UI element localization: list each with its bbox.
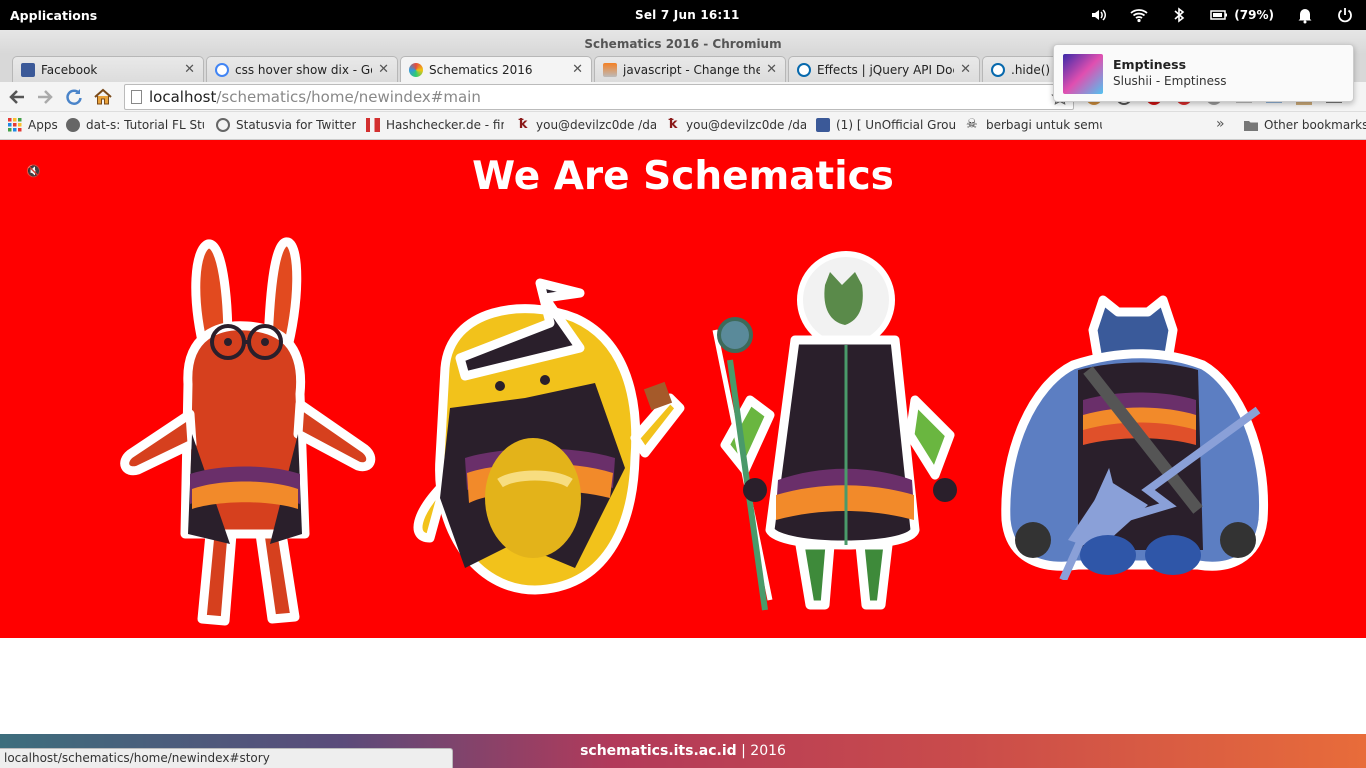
bookmark-label: dat-s: Tutorial FL Stud [86, 118, 204, 132]
album-art [1063, 54, 1103, 94]
tab-title: .hide() | j [1011, 62, 1053, 77]
footer-year: 2016 [750, 743, 786, 759]
jquery-icon [991, 62, 1005, 77]
bookmark-label: Statusvia for Twitter - [236, 118, 356, 132]
bookmark-label: Hashchecker.de - find [386, 118, 504, 132]
bookmark-label: Other bookmarks [1264, 118, 1366, 132]
blue-guitarist-character-illustration [1001, 295, 1269, 580]
reload-button[interactable] [63, 86, 85, 108]
power-icon[interactable] [1336, 6, 1354, 24]
notification-title: Emptiness [1113, 57, 1187, 72]
bunny-character-illustration [120, 237, 376, 626]
home-icon [94, 88, 112, 105]
back-arrow-icon [9, 90, 24, 104]
bookmark-label: (1) [ UnOfficial Group [836, 118, 956, 132]
wifi-icon[interactable] [1130, 6, 1148, 24]
page-icon [131, 90, 142, 104]
jquery-icon [797, 62, 811, 77]
hero-section: 🔇 We Are Schematics [0, 140, 1366, 638]
tab-jquery-effects[interactable]: Effects | jQuery API Docu ✕ [788, 56, 980, 82]
close-icon[interactable]: ✕ [960, 62, 971, 77]
battery-percent: (79%) [1234, 8, 1274, 22]
folder-icon [1244, 121, 1258, 131]
media-notification[interactable]: Emptiness Slushii - Emptiness [1053, 44, 1354, 102]
battery-icon [1210, 10, 1228, 20]
tab-title: Facebook [41, 62, 98, 77]
notification-body: Slushii - Emptiness [1113, 74, 1227, 88]
bookmark-dat-s[interactable]: dat-s: Tutorial FL Stud [66, 118, 204, 132]
bookmark-statusvia[interactable]: Statusvia for Twitter - [216, 118, 356, 132]
bookmark-devilzc0de-1[interactable]: ꝁ you@devilzc0de /dark [516, 118, 656, 132]
volume-icon[interactable] [1090, 6, 1108, 24]
clock[interactable]: Sel 7 Jun 16:11 [635, 8, 740, 22]
devilzc0de-icon: ꝁ [518, 118, 528, 132]
applications-menu[interactable]: Applications [10, 8, 97, 23]
bookmark-label: you@devilzc0de /dark [536, 118, 656, 132]
bookmark-unofficial-group[interactable]: (1) [ UnOfficial Group [816, 118, 956, 132]
close-icon[interactable]: ✕ [766, 62, 777, 77]
devilzc0de-icon: ꝁ [668, 118, 678, 132]
tab-title: javascript - Change the jqu [623, 62, 760, 77]
stackoverflow-icon [603, 62, 617, 77]
bluetooth-icon[interactable] [1170, 6, 1188, 24]
footer-separator: | [736, 743, 751, 759]
close-icon[interactable]: ✕ [184, 62, 195, 77]
facebook-icon [816, 118, 830, 132]
apps-grid-icon [8, 118, 22, 132]
bookmark-hashchecker[interactable]: Hashchecker.de - find [366, 118, 504, 132]
forward-button[interactable] [34, 86, 56, 108]
statusvia-icon [216, 118, 230, 132]
bookmark-label: Apps [28, 118, 58, 132]
tab-title: Effects | jQuery API Docu [817, 62, 955, 77]
bookmark-devilzc0de-2[interactable]: ꝁ you@devilzc0de /dark [666, 118, 806, 132]
facebook-icon [21, 62, 35, 77]
alien-astronaut-character-illustration [712, 251, 957, 611]
link-status-bubble: localhost/schematics/home/newindex#story [0, 748, 453, 768]
back-button[interactable] [6, 86, 28, 108]
wizard-character-illustration [413, 278, 685, 595]
footer-site-link[interactable]: schematics.its.ac.id [580, 743, 737, 759]
battery-indicator[interactable]: (79%) [1210, 6, 1274, 24]
close-icon[interactable]: ✕ [572, 62, 583, 77]
forward-arrow-icon [38, 90, 53, 104]
tab-jquery-hide[interactable]: .hide() | j [982, 56, 1062, 82]
google-icon [215, 62, 229, 77]
skull-icon: ☠ [966, 118, 978, 132]
bookmark-label: berbagi untuk semua [986, 118, 1102, 132]
schematics-icon [409, 62, 423, 77]
bookmark-label: you@devilzc0de /dark [686, 118, 806, 132]
page-title: We Are Schematics [472, 154, 894, 199]
tab-stackoverflow[interactable]: javascript - Change the jqu ✕ [594, 56, 786, 82]
bookmarks-bar: Apps dat-s: Tutorial FL Stud Statusvia f… [0, 112, 1366, 140]
tab-title: css hover show dix - Goog [235, 62, 372, 77]
other-bookmarks-folder[interactable]: Other bookmarks [1244, 118, 1366, 132]
tab-schematics[interactable]: Schematics 2016 ✕ [400, 56, 592, 82]
url-path: /schematics/home/newindex#main [216, 88, 481, 106]
reload-icon [66, 89, 82, 105]
tab-facebook[interactable]: Facebook ✕ [12, 56, 204, 82]
system-top-bar: Applications Sel 7 Jun 16:11 (79%) [0, 0, 1366, 30]
bookmark-apps[interactable]: Apps [8, 118, 64, 132]
bookmark-berbagi[interactable]: ☠ berbagi untuk semua [966, 118, 1102, 132]
system-tray: (79%) [1090, 0, 1354, 30]
address-bar[interactable]: localhost/schematics/home/newindex#main [124, 84, 1074, 110]
url-host: localhost [149, 88, 217, 106]
bookmark-icon [66, 118, 80, 132]
hashchecker-icon [366, 118, 380, 132]
tab-title: Schematics 2016 [429, 62, 533, 77]
tab-google[interactable]: css hover show dix - Goog ✕ [206, 56, 398, 82]
home-button[interactable] [92, 86, 114, 108]
notification-bell-icon[interactable] [1296, 6, 1314, 24]
close-icon[interactable]: ✕ [378, 62, 389, 77]
bookmarks-overflow-button[interactable]: » [1216, 116, 1225, 132]
